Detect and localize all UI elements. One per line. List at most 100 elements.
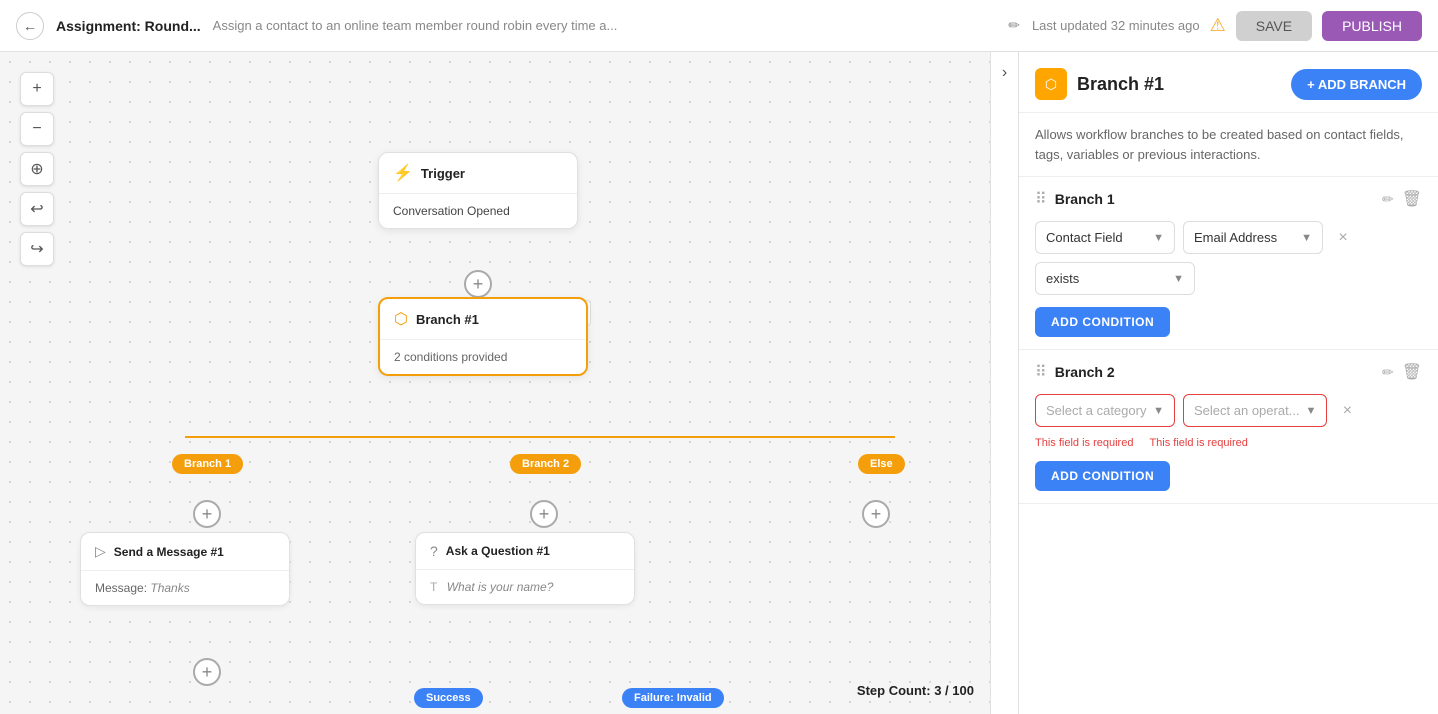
branch2-add-condition-button[interactable]: ADD CONDITION	[1035, 461, 1170, 491]
add-step-branch2[interactable]: +	[530, 500, 558, 528]
publish-button[interactable]: PUBLISH	[1322, 11, 1422, 41]
save-button[interactable]: SAVE	[1236, 11, 1312, 41]
branch2-condition-row: Select a category ▼ Select an operat... …	[1035, 394, 1422, 427]
branch2-operator-error: This field is required	[1149, 437, 1247, 449]
branch-h-connector	[185, 436, 895, 438]
header-edit-icon[interactable]: ✏	[1008, 17, 1020, 34]
branch1-edit-icon[interactable]: ✏	[1382, 191, 1394, 208]
branch1-field-label: Contact Field	[1046, 230, 1123, 245]
branch2-drag-icon[interactable]: ⠿	[1035, 362, 1047, 382]
undo-button[interactable]: ↩	[20, 192, 54, 226]
branch1-delete-icon[interactable]: 🗑	[1402, 189, 1422, 209]
branch1-operator-dropdown[interactable]: exists ▼	[1035, 262, 1195, 295]
else-tag: Else	[858, 454, 905, 474]
message-value: Thanks	[150, 581, 189, 595]
branch2-category-label: Select a category	[1046, 403, 1146, 418]
back-button[interactable]: ←	[16, 12, 44, 40]
success-tag: Success	[414, 688, 483, 708]
fit-view-button[interactable]: ⊕	[20, 152, 54, 186]
question-icon: ?	[430, 543, 438, 559]
workflow-canvas[interactable]: + − ⊕ ↩ ↪ ⚡ Trigger Conversation Opened …	[0, 52, 990, 714]
branch2-section: ⠿ Branch 2 ✏ 🗑 Select a category ▼ Selec…	[1019, 350, 1438, 504]
branch1-section-header: ⠿ Branch 1 ✏ 🗑	[1035, 189, 1422, 209]
branch2-tag: Branch 2	[510, 454, 581, 474]
send-message-body: Message: Thanks	[81, 571, 289, 605]
branch2-edit-icon[interactable]: ✏	[1382, 364, 1394, 381]
add-step-button-1[interactable]: +	[464, 270, 492, 298]
send-message-header: ▷ Send a Message #1	[81, 533, 289, 571]
branch1-condition-close[interactable]: ×	[1331, 226, 1355, 250]
branch1-tag: Branch 1	[172, 454, 243, 474]
redo-button[interactable]: ↪	[20, 232, 54, 266]
branch1-field-dropdown[interactable]: Contact Field ▼	[1035, 221, 1175, 254]
send-icon: ▷	[95, 543, 106, 560]
branch1-name: Branch 1	[1055, 191, 1374, 207]
main-layout: + − ⊕ ↩ ↪ ⚡ Trigger Conversation Opened …	[0, 52, 1438, 714]
branch2-delete-icon[interactable]: 🗑	[1402, 362, 1422, 382]
add-branch-button[interactable]: + ADD BRANCH	[1291, 69, 1422, 100]
branch2-operator-dropdown[interactable]: Select an operat... ▼	[1183, 394, 1327, 427]
trigger-icon: ⚡	[393, 163, 413, 183]
branch2-category-error: This field is required	[1035, 437, 1133, 449]
panel-header: ⬡ Branch #1 + ADD BRANCH	[1019, 52, 1438, 113]
step-count-separator: /	[945, 683, 949, 698]
branch2-operator-chevron: ▼	[1306, 405, 1317, 417]
branch-node[interactable]: ⬡ Branch #1 2 conditions provided	[378, 297, 588, 376]
zoom-in-button[interactable]: +	[20, 72, 54, 106]
branch1-drag-icon[interactable]: ⠿	[1035, 189, 1047, 209]
panel-title: Branch #1	[1077, 74, 1281, 95]
branch-node-body: 2 conditions provided	[380, 340, 586, 374]
ask-question-title: Ask a Question #1	[446, 544, 550, 558]
panel-toggle[interactable]: ›	[990, 52, 1018, 714]
trigger-header: ⚡ Trigger	[379, 153, 577, 194]
ask-question-header: ? Ask a Question #1	[416, 533, 634, 570]
ask-question-node[interactable]: ? Ask a Question #1 T What is your name?	[415, 532, 635, 605]
panel-description: Allows workflow branches to be created b…	[1019, 113, 1438, 177]
header-title: Assignment: Round...	[56, 18, 201, 34]
branch1-operator-label: exists	[1046, 271, 1079, 286]
send-message-node[interactable]: ▷ Send a Message #1 Message: Thanks	[80, 532, 290, 606]
warning-icon: ⚠	[1210, 15, 1226, 36]
ask-question-body: T What is your name?	[416, 570, 634, 604]
branch1-value-label: Email Address	[1194, 230, 1277, 245]
branch1-value-chevron: ▼	[1301, 232, 1312, 244]
last-updated-text: Last updated 32 minutes ago	[1032, 18, 1200, 33]
branch2-operator-label: Select an operat...	[1194, 403, 1300, 418]
trigger-body: Conversation Opened	[379, 194, 577, 228]
add-step-branch1[interactable]: +	[193, 500, 221, 528]
branch1-condition-row: Contact Field ▼ Email Address ▼ ×	[1035, 221, 1422, 254]
text-icon: T	[430, 580, 437, 594]
branch-header: ⬡ Branch #1	[380, 299, 586, 340]
branch2-category-dropdown[interactable]: Select a category ▼	[1035, 394, 1175, 427]
branch1-operator-chevron: ▼	[1173, 273, 1184, 285]
branch-node-label: Branch #1	[416, 312, 479, 327]
branch2-name: Branch 2	[1055, 364, 1374, 380]
branch2-condition-close[interactable]: ×	[1335, 399, 1359, 423]
add-step-after-send[interactable]: +	[193, 658, 221, 686]
zoom-out-button[interactable]: −	[20, 112, 54, 146]
branch2-category-chevron: ▼	[1153, 405, 1164, 417]
branch1-section: ⠿ Branch 1 ✏ 🗑 Contact Field ▼ Email Add…	[1019, 177, 1438, 350]
failure-tag: Failure: Invalid	[622, 688, 724, 708]
step-count-current: 3	[934, 683, 941, 698]
panel-toggle-icon: ›	[1002, 64, 1007, 82]
panel-branch-icon: ⬡	[1035, 68, 1067, 100]
send-message-title: Send a Message #1	[114, 545, 224, 559]
question-placeholder: What is your name?	[447, 580, 554, 594]
header-subtitle: Assign a contact to an online team membe…	[213, 18, 997, 33]
branch1-field-chevron: ▼	[1153, 232, 1164, 244]
canvas-toolbar: + − ⊕ ↩ ↪	[20, 72, 54, 266]
branch1-exists-row: exists ▼	[1035, 262, 1422, 295]
trigger-label: Trigger	[421, 166, 465, 181]
header: ← Assignment: Round... Assign a contact …	[0, 0, 1438, 52]
step-count-label: Step Count:	[857, 683, 931, 698]
message-label: Message:	[95, 581, 147, 595]
branch1-add-condition-button[interactable]: ADD CONDITION	[1035, 307, 1170, 337]
branch2-section-header: ⠿ Branch 2 ✏ 🗑	[1035, 362, 1422, 382]
step-count: Step Count: 3 / 100	[857, 683, 974, 698]
trigger-node[interactable]: ⚡ Trigger Conversation Opened	[378, 152, 578, 229]
right-panel: ⬡ Branch #1 + ADD BRANCH Allows workflow…	[1018, 52, 1438, 714]
add-step-else[interactable]: +	[862, 500, 890, 528]
step-count-max: 100	[952, 683, 974, 698]
branch1-value-dropdown[interactable]: Email Address ▼	[1183, 221, 1323, 254]
